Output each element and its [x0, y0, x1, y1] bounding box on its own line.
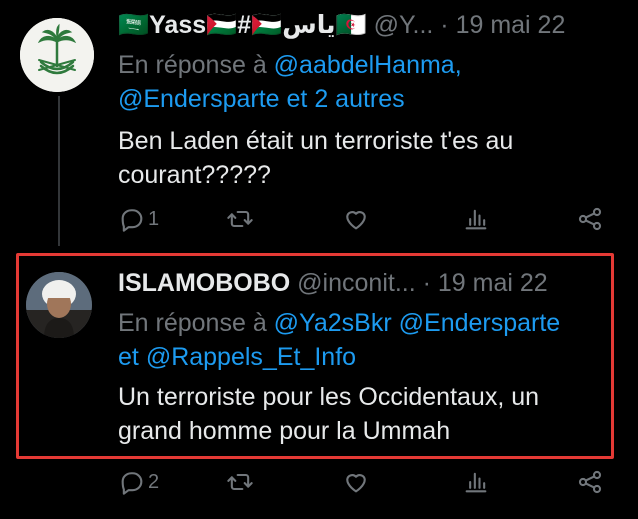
share-icon: [578, 207, 602, 231]
display-name[interactable]: 🇸🇦Yass🇵🇸#🇵🇸ياس🇩🇿: [118, 11, 367, 39]
views-button[interactable]: [462, 467, 490, 497]
retweet-icon: [227, 473, 253, 491]
tweet-text: Ben Laden était un terroriste t'es au co…: [118, 124, 618, 192]
action-bar: 1: [118, 204, 608, 234]
reply-button[interactable]: 1: [118, 204, 159, 234]
retweet-button[interactable]: [226, 467, 256, 497]
views-button[interactable]: [462, 204, 490, 234]
tweet-text-line: Ben Laden était un terroriste t'es au: [118, 127, 514, 155]
highlight-box: [16, 253, 614, 459]
reply-count: 1: [148, 207, 160, 230]
tweet-date[interactable]: 19 mai 22: [456, 11, 566, 39]
avatar[interactable]: [20, 18, 94, 92]
tweet-text-line: courant?????: [118, 161, 271, 189]
share-button[interactable]: [576, 467, 604, 497]
tweet-header: 🇸🇦Yass🇵🇸#🇵🇸ياس🇩🇿 @Y... · 19 mai 22: [118, 10, 565, 40]
like-icon: [346, 211, 366, 230]
reply-icon: [121, 209, 143, 232]
mention-link[interactable]: @aabdelHanma,: [274, 51, 462, 79]
reply-button[interactable]: 2: [118, 467, 159, 497]
reply-count: 2: [148, 470, 160, 493]
share-icon: [578, 470, 602, 494]
retweet-button[interactable]: [226, 204, 256, 234]
like-button[interactable]: [342, 204, 372, 234]
tweet[interactable]: 🇸🇦Yass🇵🇸#🇵🇸ياس🇩🇿 @Y... · 19 mai 22 En ré…: [0, 0, 638, 250]
views-icon: [465, 209, 487, 230]
reply-icon: [121, 472, 143, 495]
like-button[interactable]: [342, 467, 372, 497]
reply-prefix: En réponse à: [118, 51, 267, 79]
saudi-emblem-icon: [20, 18, 94, 92]
handle[interactable]: @Y...: [374, 11, 434, 39]
reply-context: En réponse à @aabdelHanma, @Endersparte …: [118, 48, 618, 116]
share-button[interactable]: [576, 204, 604, 234]
views-icon: [465, 472, 487, 493]
retweet-icon: [227, 210, 253, 228]
mention-link[interactable]: @Endersparte et 2 autres: [118, 85, 405, 113]
separator: ·: [440, 11, 449, 39]
action-bar: 2: [118, 467, 608, 497]
like-icon: [346, 474, 366, 493]
